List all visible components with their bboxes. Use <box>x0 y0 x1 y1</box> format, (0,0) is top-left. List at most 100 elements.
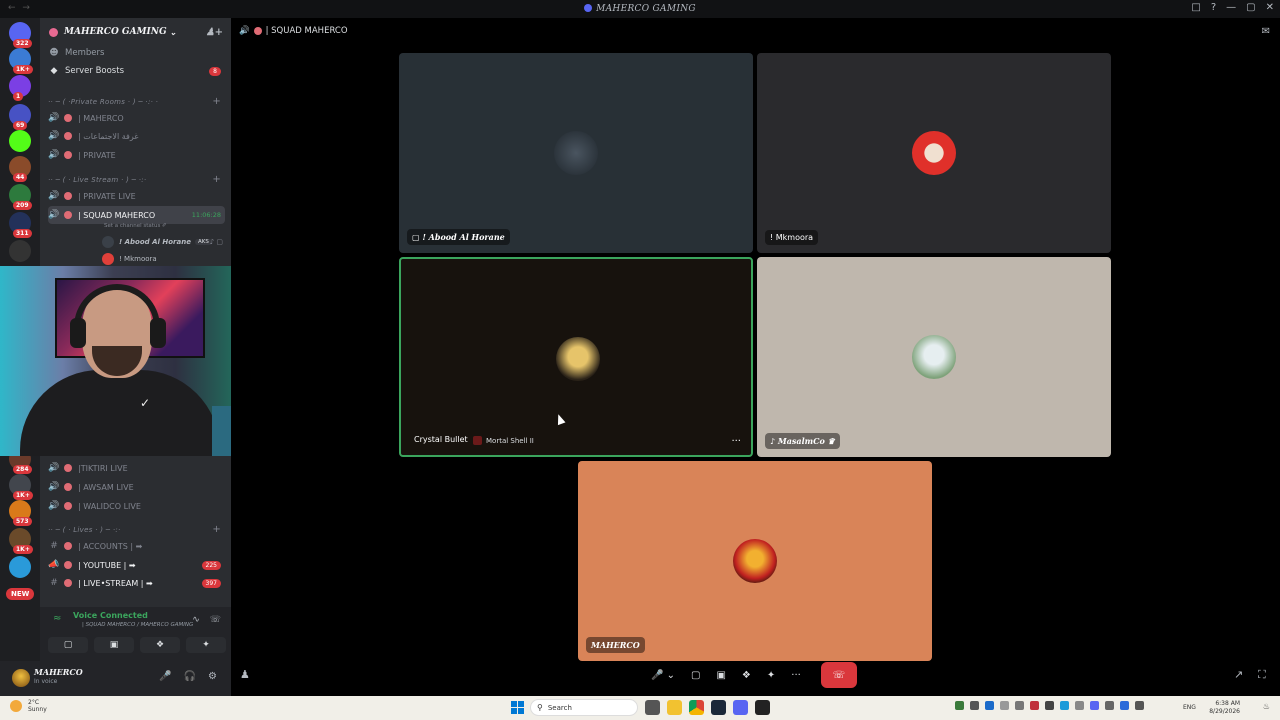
add-member-icon[interactable]: ♟+ <box>206 27 223 38</box>
windows-start-icon[interactable] <box>511 701 524 714</box>
channel-dot <box>64 192 72 200</box>
taskbar-apps <box>645 700 770 715</box>
channel-accounts[interactable]: # | ACCOUNTS | ➡ <box>48 537 225 555</box>
channel-livestream[interactable]: # | LIVE•STREAM | ➡ 397 <box>48 574 225 592</box>
chat-icon[interactable]: ✉ <box>1262 26 1270 37</box>
channel-dot <box>64 542 72 550</box>
participant-avatar <box>554 131 598 175</box>
participant-tile-speaking[interactable]: Crystal Bullet Mortal Shell II ··· <box>399 257 753 457</box>
new-badge[interactable]: NEW <box>6 588 35 600</box>
more-options-icon[interactable]: ··· <box>731 436 741 447</box>
camera-off-button[interactable]: ▢ <box>48 637 88 653</box>
tray-icon[interactable] <box>1045 701 1054 710</box>
server-icon[interactable] <box>9 130 31 152</box>
voice-channel-path[interactable]: | SQUAD MAHERCO / MAHERCO GAMING <box>82 622 193 628</box>
minimize-button[interactable]: — <box>1226 2 1236 13</box>
channel-youtube[interactable]: 📣 | YOUTUBE | ➡ 225 <box>48 556 225 574</box>
screen-share-button[interactable]: ▣ <box>710 664 731 686</box>
leave-call-button[interactable]: ☏ <box>820 662 857 688</box>
tray-icon[interactable] <box>1105 701 1114 710</box>
channel-private[interactable]: 🔊 | PRIVATE <box>48 146 225 164</box>
tray-icon[interactable] <box>970 701 979 710</box>
settings-icon[interactable]: ⚙ <box>208 671 217 682</box>
steam-icon[interactable] <box>711 700 726 715</box>
activities-button[interactable]: ❖ <box>736 664 757 686</box>
server-icon[interactable] <box>9 240 31 262</box>
participant-name: ♪ MasalmCo ♛ <box>765 433 840 449</box>
channel-awsam-live[interactable]: 🔊 | AWSAM LIVE <box>48 478 225 496</box>
task-view-icon[interactable] <box>645 700 660 715</box>
channel-tiktiri-live[interactable]: 🔊 |TIKTIRI LIVE <box>48 459 225 477</box>
discord-icon[interactable] <box>733 700 748 715</box>
voice-user-mkmoora[interactable]: ! Mkmoora <box>102 251 225 267</box>
close-button[interactable]: ✕ <box>1266 2 1274 13</box>
maximize-button[interactable]: ▢ <box>1246 2 1255 13</box>
server-badge: 1K+ <box>13 65 33 74</box>
participant-tile[interactable]: ▢ ! Abood Al Horane <box>399 53 753 253</box>
category-lives[interactable]: ·· ─ ( · Lives · ) ─ ·:· + <box>48 524 223 535</box>
channel-private-live[interactable]: 🔊 | PRIVATE LIVE <box>48 187 225 205</box>
nav-members[interactable]: ☻ Members <box>49 44 223 62</box>
notification-bell-icon[interactable]: ♨ <box>1263 702 1270 711</box>
participant-tile[interactable]: ♪ MasalmCo ♛ <box>757 257 1111 457</box>
signal-icon[interactable]: ≈ <box>53 613 61 624</box>
disconnect-icon[interactable]: ☏ <box>210 615 221 625</box>
tray-icon[interactable] <box>1000 701 1009 710</box>
more-button[interactable]: ··· <box>785 664 807 686</box>
add-channel-icon[interactable]: + <box>212 96 221 107</box>
participant-avatar <box>733 539 777 583</box>
channel-dot <box>64 114 72 122</box>
fullscreen-icon[interactable]: ⛶ <box>1258 668 1266 682</box>
camera-off-button[interactable]: ▢ <box>685 664 706 686</box>
tray-icon[interactable] <box>1120 701 1129 710</box>
participant-tile[interactable]: ! Mkmoora <box>757 53 1111 253</box>
weather-widget[interactable]: 2°C Sunny <box>10 699 47 713</box>
soundboard-button[interactable]: ✦ <box>761 664 781 686</box>
headphones-icon[interactable]: 🎧 <box>184 671 196 682</box>
popout-icon[interactable]: ↗ <box>1234 668 1243 681</box>
chrome-icon[interactable] <box>689 700 704 715</box>
tray-icon[interactable] <box>955 701 964 710</box>
screen-share-button[interactable]: ▣ <box>94 637 134 653</box>
add-channel-icon[interactable]: + <box>212 524 221 535</box>
server-icon[interactable] <box>9 556 31 578</box>
obs-icon[interactable] <box>755 700 770 715</box>
add-channel-icon[interactable]: + <box>212 174 221 185</box>
tray-icon[interactable] <box>1135 701 1144 710</box>
activities-button[interactable]: ❖ <box>140 637 180 653</box>
microphone-button[interactable]: 🎤 ⌄ <box>645 664 681 686</box>
tray-icon[interactable] <box>985 701 994 710</box>
user-panel: MAHERCO In voice 🎤 🎧 ⚙ <box>0 661 231 696</box>
taskbar-search[interactable]: ⚲ Search <box>530 699 638 716</box>
inbox-icon[interactable]: □ <box>1191 2 1200 13</box>
clock[interactable]: 6:38 AM 8/29/2026 <box>1209 700 1240 716</box>
channel-meetings[interactable]: 🔊 | غرفة الاجتماعات <box>48 127 225 145</box>
tray-icon[interactable] <box>1075 701 1084 710</box>
user-avatar[interactable] <box>12 669 30 687</box>
file-explorer-icon[interactable] <box>667 700 682 715</box>
language-indicator[interactable]: ENG <box>1183 704 1196 711</box>
nav-server-boosts[interactable]: ◆ Server Boosts 8 <box>49 62 223 80</box>
nav-arrows[interactable]: ← → <box>8 3 32 13</box>
username[interactable]: MAHERCO <box>34 667 83 677</box>
category-live-stream[interactable]: ·· ─ ( · Live Stream · ) ─ ·:· + <box>48 174 223 185</box>
tray-icon[interactable] <box>1030 701 1039 710</box>
speaker-icon: 🔊 <box>48 150 60 160</box>
channel-walidco-live[interactable]: 🔊 | WALIDCO LIVE <box>48 497 225 515</box>
tray-icon[interactable] <box>1015 701 1024 710</box>
invite-icon[interactable]: ♟ <box>240 668 250 681</box>
guild-header[interactable]: MAHERCO GAMING ⌄ ♟+ <box>40 18 231 46</box>
soundboard-button[interactable]: ✦ <box>186 637 226 653</box>
voice-user-abood[interactable]: ! Abood Al Horane AKS ♪ ▢ <box>102 234 225 250</box>
category-private-rooms[interactable]: ·· ─ ( ·Private Rooms · ) ─ ·:· · + <box>48 96 223 107</box>
microphone-icon[interactable]: 🎤 <box>159 671 171 682</box>
channel-status[interactable]: Set a channel status ✐ <box>104 223 167 229</box>
channel-squad-maherco[interactable]: 🔊 | SQUAD MAHERCO 11:06:28 <box>48 206 225 224</box>
noise-suppression-icon[interactable]: ∿ <box>192 615 200 625</box>
participant-tile[interactable]: MAHERCO <box>578 461 932 661</box>
server-badge: 209 <box>13 201 32 210</box>
tray-icon[interactable] <box>1090 701 1099 710</box>
channel-maherco[interactable]: 🔊 | MAHERCO <box>48 109 225 127</box>
tray-icon[interactable] <box>1060 701 1069 710</box>
help-icon[interactable]: ? <box>1211 2 1216 13</box>
